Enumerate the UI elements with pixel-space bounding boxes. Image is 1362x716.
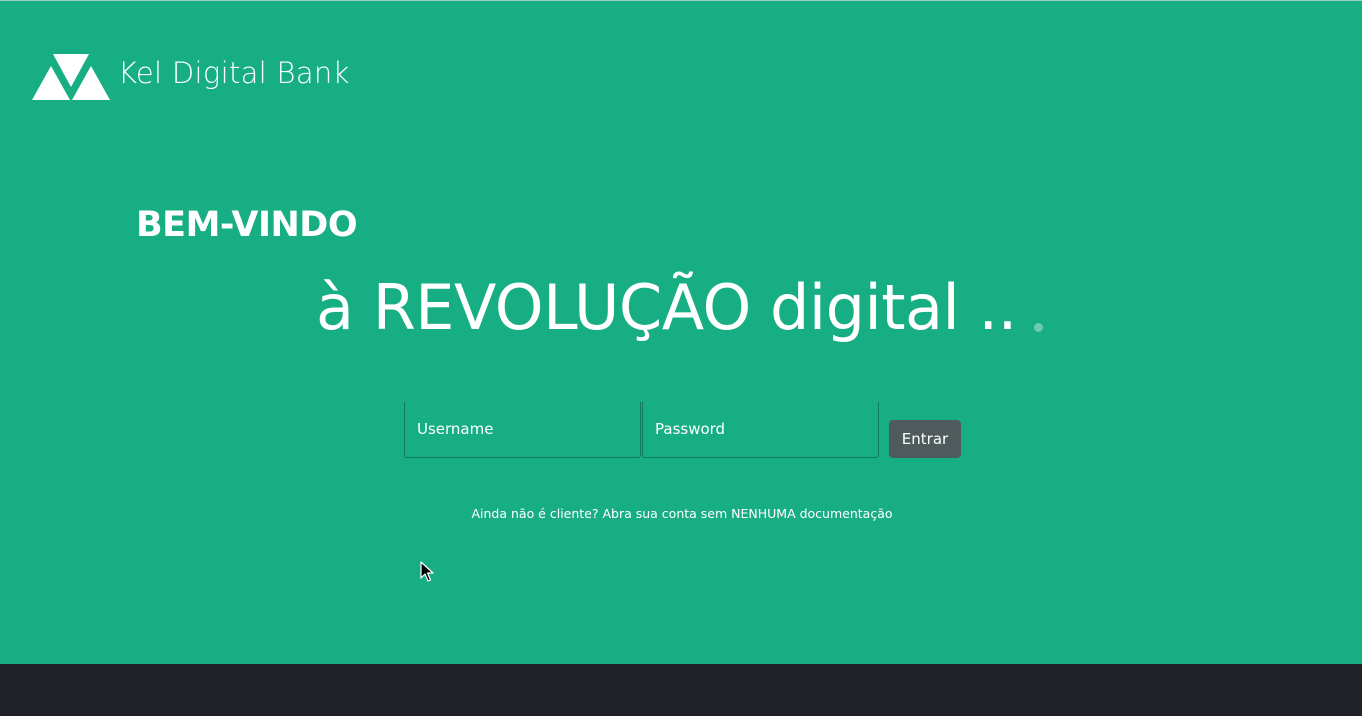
username-input[interactable] (405, 402, 640, 457)
mouse-pointer-icon (420, 561, 434, 586)
password-input[interactable] (643, 402, 878, 457)
username-field (404, 402, 641, 458)
welcome-heading: BEM-VINDO (136, 205, 358, 245)
password-field (642, 402, 879, 458)
login-button[interactable]: Entrar (889, 420, 961, 458)
signup-link[interactable]: Ainda não é cliente? Abra sua conta sem … (1, 505, 1362, 523)
brand-name: Kel Digital Bank (118, 55, 350, 90)
hero-section: Kel Digital Bank BEM-VINDO à REVOLUÇÃO d… (0, 0, 1362, 664)
footer (0, 664, 1362, 716)
hero-headline: à REVOLUÇÃO digital .. (316, 271, 1017, 344)
top-divider (0, 0, 1362, 1)
brand-logo[interactable]: Kel Digital Bank (32, 52, 350, 100)
dot-icon (1034, 323, 1043, 332)
kel-triangles-logo-icon (32, 52, 110, 100)
